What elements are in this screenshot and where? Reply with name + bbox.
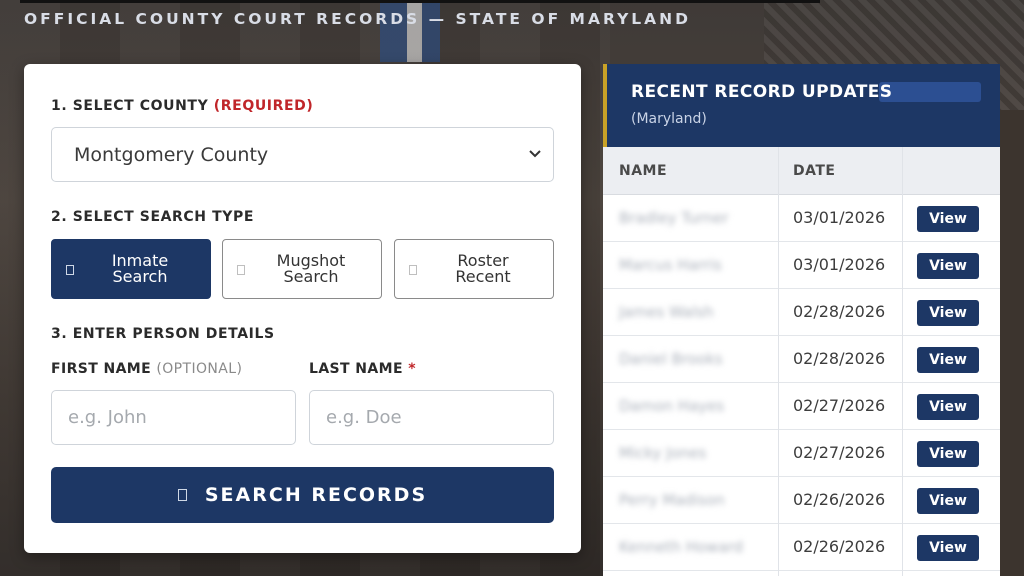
- column-divider: [778, 147, 779, 576]
- recent-updates-title: RECENT RECORD UPDATES: [631, 82, 893, 102]
- first-name-label-text: FIRST NAME: [51, 361, 152, 377]
- first-name-label: FIRST NAME (OPTIONAL): [51, 361, 242, 377]
- record-name: Kenneth Howard: [619, 538, 744, 556]
- record-name: Micky Jones: [619, 444, 707, 462]
- record-date: 02/28/2026: [793, 302, 886, 321]
- mugshot-search-button[interactable]: Mugshot Search: [222, 239, 382, 299]
- roster-recent-line2: Recent: [455, 267, 511, 286]
- inmate-search-icon: [66, 265, 74, 275]
- search-icon: [177, 489, 187, 501]
- record-name: Daniel Brooks: [619, 350, 723, 368]
- record-date: 03/01/2026: [793, 208, 886, 227]
- view-button[interactable]: View: [917, 300, 979, 326]
- last-name-label: LAST NAME *: [309, 361, 416, 377]
- table-row: Daniel Brooks 02/28/2026 View: [603, 336, 1000, 383]
- table-row: Micky Jones 02/27/2026 View: [603, 430, 1000, 477]
- search-card: 1. SELECT COUNTY (REQUIRED) Montgomery C…: [24, 64, 581, 553]
- roster-recent-button[interactable]: Roster Recent: [394, 239, 554, 299]
- record-date: 03/01/2026: [793, 255, 886, 274]
- inmate-search-label: Inmate Search: [100, 253, 180, 285]
- record-date: 02/26/2026: [793, 490, 886, 509]
- table-header: NAME DATE: [603, 147, 1000, 195]
- record-name: Perry Madison: [619, 491, 725, 509]
- recent-updates-panel: RECENT RECORD UPDATES (Maryland) NAME DA…: [603, 64, 1000, 576]
- table-row: Marcus Harris 03/01/2026 View: [603, 242, 1000, 289]
- view-button[interactable]: View: [917, 206, 979, 232]
- search-type-label: 2. SELECT SEARCH TYPE: [51, 209, 255, 225]
- view-button[interactable]: View: [917, 488, 979, 514]
- table-row: Bradley Turner 03/01/2026 View: [603, 195, 1000, 242]
- search-records-button[interactable]: SEARCH RECORDS: [51, 467, 554, 523]
- mugshot-search-icon: [237, 265, 245, 275]
- record-date: 02/27/2026: [793, 396, 886, 415]
- record-name: Damon Hayes: [619, 397, 725, 415]
- required-star: *: [408, 361, 416, 377]
- top-bar: [20, 0, 820, 3]
- record-name: James Walsh: [619, 303, 714, 321]
- roster-recent-label: Roster Recent: [443, 253, 523, 285]
- view-button[interactable]: View: [917, 347, 979, 373]
- county-section-label: 1. SELECT COUNTY (REQUIRED): [51, 98, 313, 114]
- mugshot-search-label: Mugshot Search: [271, 253, 351, 285]
- mugshot-search-line2: Search: [283, 267, 339, 286]
- table-row: Damon Hayes 02/27/2026 View: [603, 383, 1000, 430]
- chevron-down-icon: [529, 150, 541, 158]
- inmate-search-line2: Search: [112, 267, 168, 286]
- person-details-label: 3. ENTER PERSON DETAILS: [51, 326, 275, 342]
- view-button[interactable]: View: [917, 535, 979, 561]
- last-name-label-text: LAST NAME: [309, 361, 403, 377]
- county-selected-value: Montgomery County: [74, 143, 269, 166]
- last-name-input[interactable]: [309, 390, 554, 445]
- column-header-date: DATE: [793, 163, 836, 179]
- table-row: James Walsh 02/28/2026 View: [603, 289, 1000, 336]
- roster-recent-icon: [409, 265, 417, 275]
- view-button[interactable]: View: [917, 441, 979, 467]
- title-highlight: [879, 82, 981, 102]
- optional-indicator: (OPTIONAL): [156, 361, 243, 377]
- page-header-title: OFFICIAL COUNTY COURT RECORDS — STATE OF…: [24, 10, 691, 28]
- view-button[interactable]: View: [917, 394, 979, 420]
- background-wood-strip: [1000, 110, 1024, 576]
- recent-updates-subtitle: (Maryland): [631, 111, 707, 127]
- table-row: Kenneth Howard 02/26/2026 View: [603, 524, 1000, 571]
- view-button[interactable]: View: [917, 253, 979, 279]
- record-date: 02/26/2026: [793, 537, 886, 556]
- recent-updates-header: RECENT RECORD UPDATES (Maryland): [603, 64, 1000, 147]
- county-label-text: 1. SELECT COUNTY: [51, 98, 209, 114]
- record-name: Bradley Turner: [619, 209, 729, 227]
- search-records-label: SEARCH RECORDS: [204, 484, 428, 506]
- table-row: Perry Madison 02/26/2026 View: [603, 477, 1000, 524]
- inmate-search-button[interactable]: Inmate Search: [51, 239, 211, 299]
- column-divider: [902, 147, 903, 576]
- record-date: 02/28/2026: [793, 349, 886, 368]
- column-header-name: NAME: [619, 163, 668, 179]
- required-indicator: (REQUIRED): [213, 98, 314, 114]
- record-date: 02/27/2026: [793, 443, 886, 462]
- first-name-input[interactable]: [51, 390, 296, 445]
- county-select[interactable]: Montgomery County: [51, 127, 554, 182]
- record-name: Marcus Harris: [619, 256, 722, 274]
